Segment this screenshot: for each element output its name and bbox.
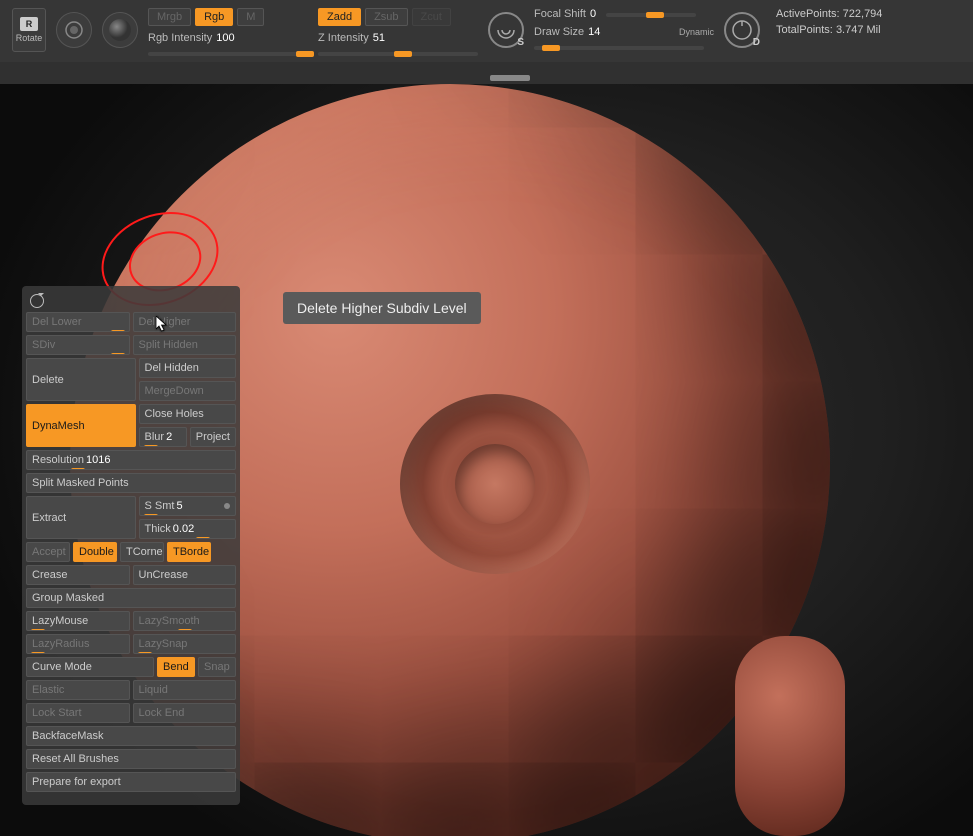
rgb-intensity-value: 100 <box>216 32 234 44</box>
del-hidden-button[interactable]: Del Hidden <box>139 358 237 378</box>
zsub-button[interactable]: Zsub <box>365 8 407 26</box>
focal-shift-slider[interactable] <box>606 13 696 17</box>
z-intensity-value: 51 <box>373 32 385 44</box>
s-smt-slider[interactable]: S Smt 5 <box>139 496 237 516</box>
tooltip: Delete Higher Subdiv Level <box>283 292 481 324</box>
curve-mode-button[interactable]: Curve Mode <box>26 657 154 677</box>
group-masked-button[interactable]: Group Masked <box>26 588 236 608</box>
rgb-intensity-label: Rgb Intensity <box>148 32 212 44</box>
active-points-label: ActivePoints: <box>776 8 840 20</box>
lazysmooth-button[interactable]: LazySmooth <box>133 611 237 631</box>
timeline-bar[interactable] <box>0 62 973 84</box>
material-a-icon[interactable] <box>56 12 92 48</box>
lock-end-button[interactable]: Lock End <box>133 703 237 723</box>
rotate-label: Rotate <box>16 33 43 43</box>
z-intensity-slider[interactable] <box>318 52 478 56</box>
focal-shift-label: Focal Shift <box>534 8 586 20</box>
double-button[interactable]: Double <box>73 542 117 562</box>
backface-mask-button[interactable]: BackfaceMask <box>26 726 236 746</box>
mouse-cursor-icon <box>156 316 168 332</box>
focal-shift-value: 0 <box>590 8 596 20</box>
blur-button[interactable]: Blur 2 <box>139 427 187 447</box>
elastic-button[interactable]: Elastic <box>26 680 130 700</box>
focal-shift-ring-icon[interactable]: S <box>488 12 524 48</box>
sdiv-button[interactable]: SDiv <box>26 335 130 355</box>
material-b-icon[interactable] <box>102 12 138 48</box>
m-button[interactable]: M <box>237 8 264 26</box>
ring-d-label: D <box>753 37 760 48</box>
lock-start-button[interactable]: Lock Start <box>26 703 130 723</box>
stats-block: ActivePoints: 722,794 TotalPoints: 3.747… <box>776 8 882 40</box>
rotate-button[interactable]: R Rotate <box>12 8 46 52</box>
lazymouse-button[interactable]: LazyMouse <box>26 611 130 631</box>
resolution-slider[interactable]: Resolution 1016 <box>26 450 236 470</box>
tcorner-button[interactable]: TCorne <box>120 542 164 562</box>
del-lower-button[interactable]: Del Lower <box>26 312 130 332</box>
bend-button[interactable]: Bend <box>157 657 195 677</box>
delete-button[interactable]: Delete <box>26 358 136 401</box>
refresh-icon[interactable] <box>30 294 44 308</box>
crease-button[interactable]: Crease <box>26 565 130 585</box>
snap-button[interactable]: Snap <box>198 657 236 677</box>
reset-brushes-button[interactable]: Reset All Brushes <box>26 749 236 769</box>
dynamesh-button[interactable]: DynaMesh <box>26 404 136 447</box>
mesh-eye-socket <box>400 394 590 574</box>
prepare-export-button[interactable]: Prepare for export <box>26 772 236 792</box>
split-hidden-button[interactable]: Split Hidden <box>133 335 237 355</box>
draw-size-ring-icon[interactable]: D <box>724 12 760 48</box>
project-button[interactable]: Project <box>190 427 236 447</box>
draw-size-slider[interactable] <box>534 46 704 50</box>
zcut-button[interactable]: Zcut <box>412 8 451 26</box>
dot-icon <box>224 503 230 509</box>
draw-size-value: 14 <box>588 26 600 38</box>
liquid-button[interactable]: Liquid <box>133 680 237 700</box>
merge-down-button[interactable]: MergeDown <box>139 381 237 401</box>
thick-slider[interactable]: Thick 0.02 <box>139 519 237 539</box>
del-higher-button[interactable]: Del Higher <box>133 312 237 332</box>
close-holes-button[interactable]: Close Holes <box>139 404 237 424</box>
zadd-button[interactable]: Zadd <box>318 8 361 26</box>
rgb-button[interactable]: Rgb <box>195 8 233 26</box>
active-points-value: 722,794 <box>843 8 883 20</box>
extract-button[interactable]: Extract <box>26 496 136 539</box>
split-masked-button[interactable]: Split Masked Points <box>26 473 236 493</box>
draw-size-label: Draw Size <box>534 26 584 38</box>
ring-s-label: S <box>517 37 524 48</box>
top-toolbar: R Rotate Mrgb Rgb M Rgb Intensity 100 Za… <box>0 0 973 62</box>
lazysnap-button[interactable]: LazySnap <box>133 634 237 654</box>
timeline-scrub-handle[interactable] <box>490 75 530 81</box>
mesh-ear <box>735 636 845 836</box>
tborder-button[interactable]: TBorde <box>167 542 211 562</box>
lazyradius-button[interactable]: LazyRadius <box>26 634 130 654</box>
rgb-intensity-slider[interactable] <box>148 52 308 56</box>
quick-menu-panel: Del Lower Del Higher SDiv Split Hidden D… <box>22 286 240 805</box>
rotate-badge-icon: R <box>20 17 38 31</box>
z-intensity-label: Z Intensity <box>318 32 369 44</box>
uncrease-button[interactable]: UnCrease <box>133 565 237 585</box>
total-points-label: TotalPoints: <box>776 24 833 36</box>
mrgb-button[interactable]: Mrgb <box>148 8 191 26</box>
accept-button[interactable]: Accept <box>26 542 70 562</box>
total-points-value: 3.747 Mil <box>836 24 881 36</box>
dynamic-label[interactable]: Dynamic <box>679 27 714 37</box>
